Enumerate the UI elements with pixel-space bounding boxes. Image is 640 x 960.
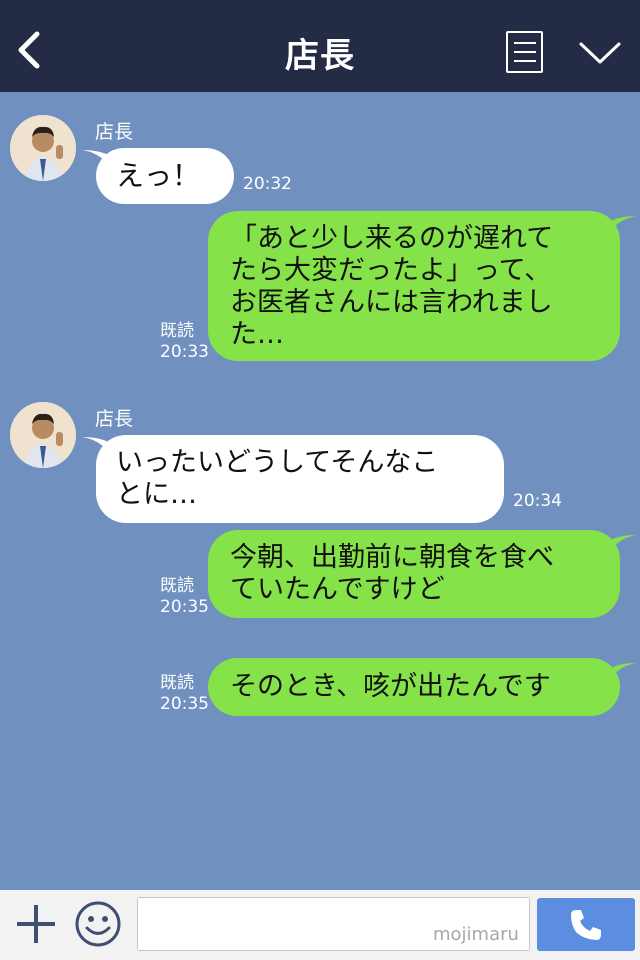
avatar[interactable] — [10, 402, 76, 468]
smiley-icon — [75, 901, 121, 947]
message-time: 20:35 — [160, 694, 209, 714]
sender-name: 店長 — [95, 121, 134, 143]
message-bubble[interactable]: 今朝、出勤前に朝食を食べ ていたんですけど — [208, 530, 620, 618]
read-receipt: 既読 — [160, 576, 194, 596]
emoji-button[interactable] — [74, 900, 122, 948]
message-time: 20:34 — [513, 491, 562, 511]
person-icon — [10, 115, 76, 181]
person-icon — [10, 402, 76, 468]
read-receipt: 既読 — [160, 321, 194, 341]
note-list-icon — [513, 42, 536, 44]
phone-icon — [571, 909, 601, 940]
message-bubble[interactable]: 「あと少し来るのが遅れて たら大変だったよ」って、 お医者さんには言われまし た… — [208, 211, 620, 361]
plus-icon — [17, 905, 55, 943]
note-list-button[interactable] — [506, 31, 543, 73]
add-button[interactable] — [14, 902, 58, 946]
call-button[interactable] — [537, 898, 635, 951]
watermark-text: mojimaru — [433, 924, 519, 945]
read-receipt: 既読 — [160, 673, 194, 693]
message-bubble[interactable]: いったいどうしてそんなこ とに… — [96, 435, 504, 523]
message-bubble[interactable]: そのとき、咳が出たんです — [208, 658, 620, 716]
chat-title: 店長 — [285, 36, 355, 76]
bubble-tail — [609, 535, 637, 551]
chat-header: 店長 — [0, 0, 640, 92]
bubble-tail — [609, 663, 637, 679]
bubble-tail — [609, 216, 637, 232]
message-time: 20:32 — [243, 174, 292, 194]
chevron-down-icon — [579, 42, 621, 64]
avatar[interactable] — [10, 115, 76, 181]
message-bubble[interactable]: えっ！ — [96, 148, 234, 204]
message-time: 20:35 — [160, 597, 209, 617]
sender-name: 店長 — [95, 408, 134, 430]
collapse-button[interactable] — [576, 32, 624, 72]
message-time: 20:33 — [160, 342, 209, 362]
